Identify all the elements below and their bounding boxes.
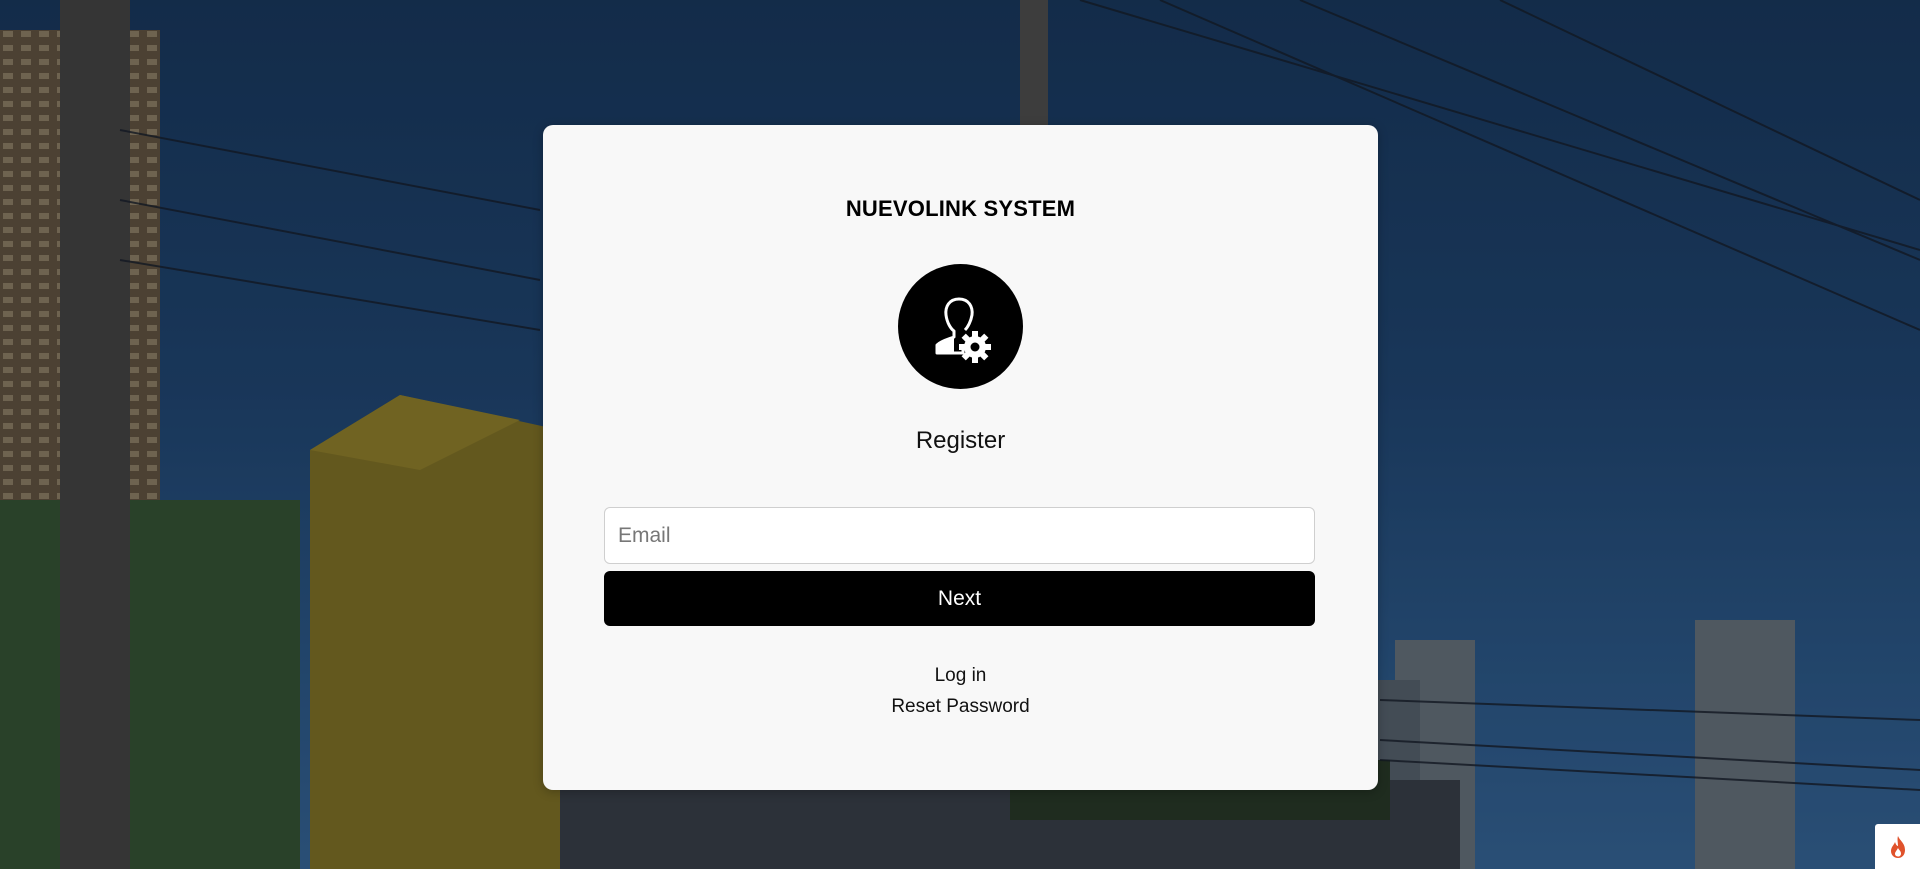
- next-button[interactable]: Next: [604, 571, 1315, 626]
- email-input[interactable]: [604, 507, 1315, 564]
- login-link[interactable]: Log in: [543, 665, 1378, 687]
- page-subtitle: Register: [915, 427, 1006, 454]
- app-title: NUEVOLINK SYSTEM: [845, 196, 1076, 221]
- reset-password-link[interactable]: Reset Password: [543, 696, 1378, 718]
- flame-icon[interactable]: [1875, 824, 1920, 869]
- register-card: NUEVOLINK SYSTEM Register Email Next Log…: [543, 125, 1378, 790]
- user-gear-icon: [898, 264, 1023, 389]
